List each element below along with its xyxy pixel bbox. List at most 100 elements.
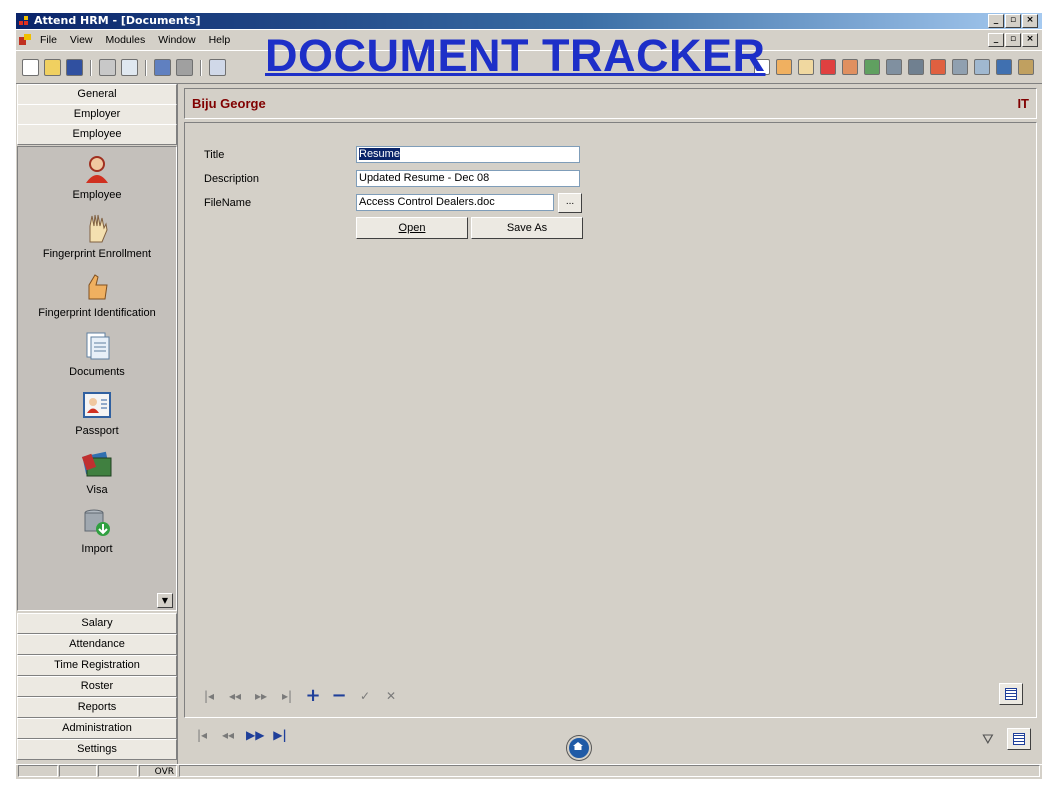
- toolbar-separator: [90, 59, 92, 76]
- nav-attendance[interactable]: Attendance: [17, 634, 177, 655]
- child-minimize-button[interactable]: _: [988, 33, 1004, 47]
- employee-icon: [86, 156, 108, 183]
- open-button[interactable]: Open: [356, 217, 468, 239]
- sidebar-item-fingerprint-enrollment[interactable]: Fingerprint Enrollment: [18, 212, 176, 260]
- window-title: Attend HRM - [Documents]: [34, 14, 201, 27]
- browse-button[interactable]: ...: [558, 193, 582, 213]
- visa-icon: [81, 451, 112, 477]
- nav-employer[interactable]: Employer: [17, 104, 177, 125]
- last-page-icon[interactable]: ▶|: [272, 728, 288, 742]
- home-icon[interactable]: [567, 736, 591, 760]
- save-icon[interactable]: [66, 59, 83, 76]
- menu-window[interactable]: Window: [158, 34, 195, 46]
- minimize-button[interactable]: _: [988, 14, 1004, 28]
- main-content: Biju George IT Title Resume Description …: [178, 84, 1042, 764]
- prior-page-icon[interactable]: ◂◂: [220, 728, 236, 742]
- menu-file[interactable]: File: [40, 34, 57, 46]
- last-record-icon[interactable]: ▸|: [279, 689, 295, 703]
- edit-icon[interactable]: [154, 59, 171, 76]
- nav-employee[interactable]: Employee: [17, 124, 177, 145]
- sidebar-item-passport[interactable]: Passport: [18, 389, 176, 437]
- menu-view[interactable]: View: [70, 34, 93, 46]
- nav-administration[interactable]: Administration: [17, 718, 177, 739]
- sidebar-item-label: Passport: [75, 425, 119, 437]
- status-message: [179, 765, 1040, 777]
- print-preview-icon[interactable]: [121, 59, 138, 76]
- description-field[interactable]: Updated Resume - Dec 08: [356, 170, 580, 187]
- first-record-icon[interactable]: |◂: [201, 689, 217, 703]
- passport-icon: [83, 392, 111, 418]
- documents-icon: [86, 332, 110, 360]
- database-icon[interactable]: [864, 59, 880, 75]
- nav-general[interactable]: General: [17, 84, 177, 105]
- settings-icon[interactable]: [952, 59, 968, 75]
- maximize-button[interactable]: ▫: [1005, 14, 1021, 28]
- delete-record-icon[interactable]: −: [331, 685, 347, 706]
- status-pane: [59, 765, 97, 777]
- post-record-icon[interactable]: ✓: [357, 689, 373, 703]
- overwrite-indicator: OVR: [139, 765, 177, 777]
- grid-icon: [1013, 733, 1025, 745]
- save-as-button-label: Save As: [506, 222, 548, 234]
- menu-modules[interactable]: Modules: [106, 34, 146, 46]
- prior-page-icon[interactable]: ◂◂: [227, 689, 243, 703]
- save-as-button[interactable]: Save As: [471, 217, 583, 239]
- menu-help[interactable]: Help: [209, 34, 231, 46]
- filter-icon[interactable]: ⛛: [982, 732, 994, 748]
- title-value: Resume: [359, 148, 400, 160]
- person-icon[interactable]: [930, 59, 946, 75]
- new-icon[interactable]: [22, 59, 39, 76]
- next-page-icon[interactable]: ▶▶: [246, 728, 264, 742]
- next-page-icon[interactable]: ▸▸: [253, 689, 269, 703]
- sidebar-item-documents[interactable]: Documents: [18, 330, 176, 378]
- open-folder-icon[interactable]: [44, 59, 61, 76]
- filename-field[interactable]: Access Control Dealers.doc: [356, 194, 554, 211]
- child-restore-button[interactable]: ▫: [1005, 33, 1021, 47]
- sidebar-item-label: Employee: [72, 189, 122, 201]
- report-icon[interactable]: [974, 59, 990, 75]
- nav-roster[interactable]: Roster: [17, 676, 177, 697]
- sidebar-item-fingerprint-identification[interactable]: Fingerprint Identification: [18, 271, 176, 319]
- close-button[interactable]: ×: [1022, 14, 1038, 28]
- nav-time-registration[interactable]: Time Registration: [17, 655, 177, 676]
- users-icon[interactable]: [842, 59, 858, 75]
- sidebar-item-import[interactable]: Import: [18, 507, 176, 555]
- thumb-icon[interactable]: [776, 59, 792, 75]
- window-title-bar: Attend HRM - [Documents] _ ▫ ×: [16, 13, 1042, 29]
- schedule-icon[interactable]: [886, 59, 902, 75]
- sidebar-item-label: Import: [81, 543, 113, 555]
- nav-salary[interactable]: Salary: [17, 613, 177, 634]
- toolbar-separator: [200, 59, 202, 76]
- nav-reports[interactable]: Reports: [17, 697, 177, 718]
- cancel-record-icon[interactable]: ✕: [383, 689, 399, 703]
- title-field[interactable]: Resume: [356, 146, 580, 163]
- tools-icon[interactable]: [1018, 59, 1034, 75]
- table-view-button[interactable]: [1007, 728, 1031, 750]
- status-pane: [18, 765, 58, 777]
- sidebar-item-visa[interactable]: Visa: [18, 448, 176, 496]
- add-record-icon[interactable]: +: [305, 685, 321, 706]
- print-icon[interactable]: [99, 59, 116, 76]
- sidebar-item-employee[interactable]: Employee: [18, 153, 176, 201]
- clear-icon[interactable]: [176, 59, 193, 76]
- child-close-button[interactable]: ×: [1022, 33, 1038, 47]
- id-card-icon[interactable]: [820, 59, 836, 75]
- record-navigator: |◂ ◂◂ ▸▸ ▸| + − ✓ ✕: [201, 685, 399, 706]
- first-page-icon[interactable]: |◂: [194, 728, 210, 742]
- sidebar: General Employer Employee Employee Finge…: [16, 84, 178, 764]
- employee-header: Biju George IT: [184, 88, 1037, 119]
- hand-icon[interactable]: [798, 59, 814, 75]
- child-window-icon: [19, 34, 31, 45]
- grid-icon[interactable]: [996, 59, 1012, 75]
- employee-name: Biju George: [192, 96, 266, 111]
- nav-settings[interactable]: Settings: [17, 739, 177, 760]
- grid-view-button[interactable]: [999, 683, 1023, 705]
- department-label: IT: [1017, 96, 1029, 111]
- import-icon: [84, 509, 110, 536]
- sidebar-scroll-down-button[interactable]: ▼: [157, 593, 173, 608]
- sidebar-item-label: Visa: [86, 484, 108, 496]
- clock-icon[interactable]: [908, 59, 924, 75]
- page-navigator: |◂ ◂◂ ▶▶ ▶|: [194, 728, 288, 742]
- app-icon: [19, 16, 29, 26]
- exit-icon[interactable]: [209, 59, 226, 76]
